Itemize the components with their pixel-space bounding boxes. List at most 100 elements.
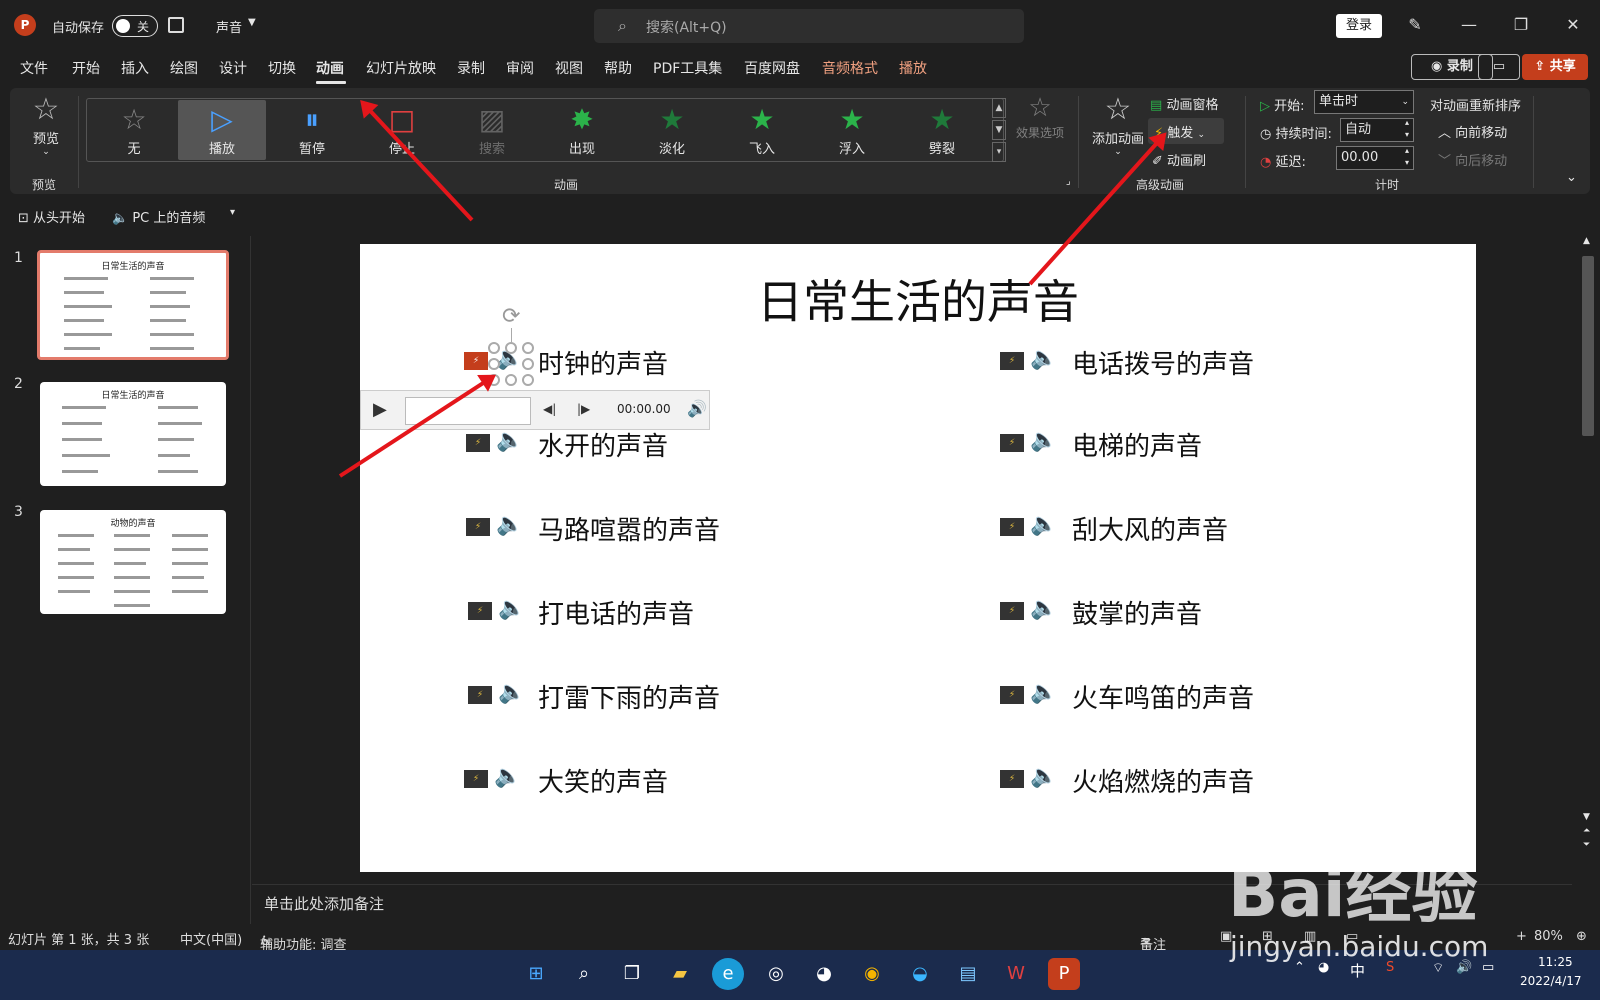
trigger-marker-icon[interactable]: ⚡ [1000, 518, 1024, 536]
scroll-up-icon[interactable]: ▲ [1583, 236, 1590, 246]
next-slide-icon[interactable]: ⏷ [1583, 840, 1590, 850]
tab-pdf-tools[interactable]: PDF工具集 [653, 58, 722, 78]
tab-baidu-netdisk[interactable]: 百度网盘 [744, 58, 800, 78]
wps-icon[interactable]: W [1000, 958, 1032, 990]
audio-item-label[interactable]: 时钟的声音 [538, 344, 668, 381]
slide-canvas[interactable]: 日常生活的声音 ⚡ 🔈 时钟的声音 ⚡ 🔈 水开的声音 ⚡ 🔈 马路喧嚣的声音 … [360, 244, 1476, 872]
login-button[interactable]: 登录 [1336, 14, 1382, 38]
resize-handle[interactable] [488, 342, 500, 354]
windows-start-icon[interactable]: ⊞ [520, 958, 552, 990]
close-icon[interactable]: ✕ [1558, 12, 1588, 38]
rotate-handle-icon[interactable]: ⟳ [502, 304, 520, 329]
resize-handle[interactable] [522, 358, 534, 370]
autosave-toggle[interactable]: 关 [112, 15, 158, 37]
tab-draw[interactable]: 绘图 [170, 58, 198, 78]
tab-review[interactable]: 审阅 [506, 58, 534, 78]
audio-item-label[interactable]: 大笑的声音 [538, 762, 668, 799]
tab-help[interactable]: 帮助 [604, 58, 632, 78]
animation-pane-button[interactable]: ▤ 动画窗格 [1150, 94, 1218, 113]
speaker-icon[interactable]: 🔈 [1030, 680, 1057, 705]
zoom-in-icon[interactable]: + [1516, 929, 1527, 944]
move-earlier-button[interactable]: ︿ 向前移动 [1438, 122, 1507, 141]
preview-button[interactable]: ☆ 预览 ⌄ [24, 92, 68, 157]
slide-title[interactable]: 日常生活的声音 [360, 266, 1476, 332]
clock-date[interactable]: 2022/4/17 [1520, 974, 1582, 988]
trigger-marker-icon[interactable]: ⚡ [1000, 770, 1024, 788]
start-from-beginning-button[interactable]: ⊡ 从头开始 [18, 207, 85, 226]
audio-on-pc-button[interactable]: 🔈 PC 上的音频 [112, 207, 205, 226]
trigger-marker-icon[interactable]: ⚡ [1000, 686, 1024, 704]
gallery-scroll-down[interactable]: ▼ [992, 120, 1006, 140]
speaker-icon[interactable]: 🔈 [1030, 764, 1057, 789]
spinner-icon[interactable]: ▴ ▾ [1405, 117, 1409, 141]
speaker-icon[interactable]: 🔈 [496, 512, 523, 537]
vertical-scrollbar[interactable]: ▲ ▼ ⏶ ⏷ [1580, 236, 1596, 856]
speaker-icon[interactable]: 🔈 [498, 680, 525, 705]
slide-thumbnail-1[interactable]: 日常生活的声音 [37, 250, 229, 360]
language-indicator[interactable]: 中文(中国) [180, 929, 242, 948]
slide-thumbnail-2[interactable]: 日常生活的声音 [40, 382, 226, 486]
trigger-marker-icon[interactable]: ⚡ [1000, 602, 1024, 620]
tab-record[interactable]: 录制 [457, 58, 485, 78]
tab-design[interactable]: 设计 [219, 58, 247, 78]
audio-item-label[interactable]: 火车鸣笛的声音 [1072, 678, 1254, 715]
tab-playback[interactable]: 播放 [899, 58, 927, 78]
gallery-more[interactable]: ▾ [992, 142, 1006, 162]
audio-item-label[interactable]: 打雷下雨的声音 [538, 678, 720, 715]
speaker-icon[interactable]: 🔈 [494, 764, 521, 789]
tab-animations[interactable]: 动画 [316, 58, 344, 78]
audio-item-label[interactable]: 打电话的声音 [538, 594, 694, 631]
tab-home[interactable]: 开始 [72, 58, 100, 78]
audio-item-label[interactable]: 电话拨号的声音 [1072, 344, 1254, 381]
delay-input[interactable]: 00.00 ▴ ▾ [1336, 146, 1414, 170]
animation-play[interactable]: ▷ 播放 [178, 100, 266, 160]
qq-icon[interactable]: ◕ [808, 958, 840, 990]
animation-none[interactable]: ☆ 无 [90, 100, 178, 160]
tab-insert[interactable]: 插入 [121, 58, 149, 78]
trigger-marker-icon[interactable]: ⚡ [464, 352, 488, 370]
move-later-button[interactable]: ﹀ 向后移动 [1438, 150, 1507, 169]
audio-item-label[interactable]: 电梯的声音 [1072, 426, 1202, 463]
restore-icon[interactable]: ❐ [1506, 12, 1536, 38]
tab-file[interactable]: 文件 [20, 58, 48, 78]
browser-icon[interactable]: e [712, 958, 744, 990]
document-name[interactable]: 声音 [216, 17, 242, 36]
powerpoint-taskbar-icon[interactable]: P [1048, 958, 1080, 990]
speaker-icon[interactable]: 🔈 [1030, 428, 1057, 453]
chevron-down-icon[interactable]: ▼ [248, 17, 256, 28]
start-select[interactable]: 单击时 ⌄ [1314, 90, 1414, 114]
animation-split[interactable]: ★ 劈裂 [898, 100, 986, 160]
trigger-marker-icon[interactable]: ⚡ [466, 518, 490, 536]
audio-item-label[interactable]: 鼓掌的声音 [1072, 594, 1202, 631]
tab-slideshow[interactable]: 幻灯片放映 [366, 58, 436, 78]
task-view-icon[interactable]: ❐ [616, 958, 648, 990]
speaker-icon[interactable]: 🔈 [498, 596, 525, 621]
customize-toolbar-icon[interactable]: ▾ [230, 207, 235, 218]
search-input[interactable]: ⌕ 搜索(Alt+Q) [594, 9, 1024, 43]
animation-pause[interactable]: ⏸ 暂停 [268, 100, 356, 160]
ime-indicator[interactable]: 中 [1350, 960, 1365, 981]
audio-item-label[interactable]: 火焰燃烧的声音 [1072, 762, 1254, 799]
animation-fade[interactable]: ★ 淡化 [628, 100, 716, 160]
search-icon[interactable]: ⌕ [568, 958, 600, 990]
prev-slide-icon[interactable]: ⏶ [1583, 826, 1590, 836]
collapse-ribbon-icon[interactable]: ⌄ [1566, 170, 1577, 185]
dialog-launcher-icon[interactable]: ⌟ [1066, 176, 1071, 187]
clock-time[interactable]: 11:25 [1538, 955, 1573, 969]
spinner-icon[interactable]: ▴ ▾ [1405, 145, 1409, 169]
speaker-icon[interactable]: 🔈 [1030, 596, 1057, 621]
resize-handle[interactable] [522, 374, 534, 386]
gallery-scroll-up[interactable]: ▲ [992, 98, 1006, 118]
speaker-icon[interactable]: 🔈 [1030, 346, 1057, 371]
duration-input[interactable]: 自动 ▴ ▾ [1340, 118, 1414, 142]
trigger-marker-icon[interactable]: ⚡ [468, 686, 492, 704]
search-app-icon[interactable]: ◎ [760, 958, 792, 990]
chrome-icon[interactable]: ◉ [856, 958, 888, 990]
resize-handle[interactable] [522, 342, 534, 354]
tab-transitions[interactable]: 切换 [268, 58, 296, 78]
animation-fly-in[interactable]: ★ 飞入 [718, 100, 806, 160]
scroll-down-icon[interactable]: ▼ [1583, 812, 1590, 822]
scrollbar-thumb[interactable] [1582, 256, 1594, 436]
animation-seek[interactable]: ▨ 搜索 [448, 100, 536, 160]
animation-appear[interactable]: ✸ 出现 [538, 100, 626, 160]
